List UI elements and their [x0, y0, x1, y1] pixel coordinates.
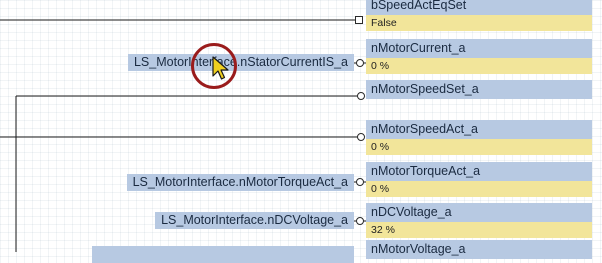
port-name: nMotorTorqueAct_a	[366, 162, 592, 181]
port-nmotorspeedact[interactable]: nMotorSpeedAct_a 0 %	[366, 120, 592, 155]
port-value: 32 %	[366, 222, 592, 238]
pin-dc-voltage[interactable]	[356, 217, 364, 225]
port-nmotorspeedset[interactable]: nMotorSpeedSet_a	[366, 80, 592, 99]
fbd-canvas[interactable]: LS_MotorInterface.nStatorCurrentIS_a LS_…	[0, 0, 602, 263]
input-variable-motor-voltage[interactable]	[92, 246, 354, 263]
port-name: bSpeedActEqSet	[366, 0, 592, 15]
port-name: nMotorCurrent_a	[366, 39, 592, 58]
port-value: 0 %	[366, 181, 592, 197]
port-value: 0 %	[366, 139, 592, 155]
pin-stator-current[interactable]	[356, 59, 364, 67]
input-variable-stator-current[interactable]: LS_MotorInterface.nStatorCurrentIS_a	[127, 54, 354, 71]
port-ndcvoltage[interactable]: nDCVoltage_a 32 %	[366, 203, 592, 238]
pin-square-bspeed[interactable]	[355, 16, 363, 24]
port-bspeedacteqset[interactable]: bSpeedActEqSet False	[366, 0, 592, 31]
pin-torque-act[interactable]	[356, 178, 364, 186]
input-variable-dc-voltage[interactable]: LS_MotorInterface.nDCVoltage_a	[155, 212, 354, 229]
port-nmotortorqueact[interactable]: nMotorTorqueAct_a 0 %	[366, 162, 592, 197]
port-name: nMotorSpeedSet_a	[366, 80, 592, 99]
port-name: nDCVoltage_a	[366, 203, 592, 222]
port-name: nMotorVoltage_a	[366, 240, 592, 259]
port-value: False	[366, 15, 592, 31]
input-variable-torque-act[interactable]: LS_MotorInterface.nMotorTorqueAct_a	[126, 174, 354, 191]
port-nmotorcurrent[interactable]: nMotorCurrent_a 0 %	[366, 39, 592, 74]
pin-speed-act[interactable]	[357, 133, 365, 141]
port-nmotorvoltage[interactable]: nMotorVoltage_a	[366, 240, 592, 259]
pin-speed-set[interactable]	[357, 92, 365, 100]
mouse-cursor-icon	[212, 56, 229, 80]
port-value: 0 %	[366, 58, 592, 74]
port-name: nMotorSpeedAct_a	[366, 120, 592, 139]
